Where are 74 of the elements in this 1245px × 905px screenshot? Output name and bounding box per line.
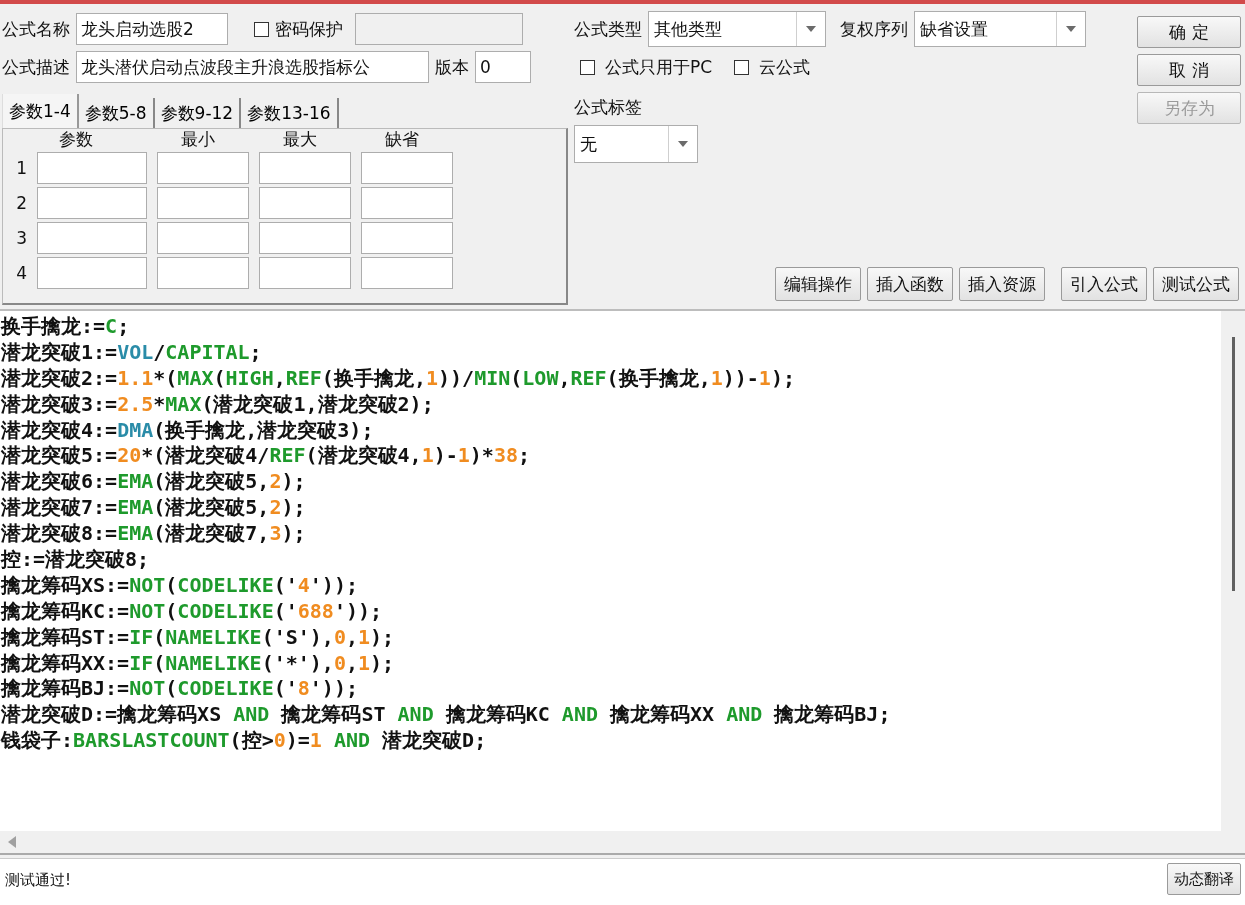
code-line: 擒龙筹码KC:=NOT(CODELIKE('688')); — [1, 597, 384, 624]
param-field[interactable] — [37, 152, 147, 184]
field-label: 公式标签 — [574, 96, 643, 119]
toolbar-button[interactable]: 编辑操作 — [775, 267, 861, 301]
row-number: 4 — [15, 262, 27, 285]
code-line: 潜龙突破8:=EMA(潜龙突破7,3); — [1, 520, 307, 546]
param-field[interactable] — [37, 257, 147, 289]
code-line: 擒龙筹码BJ:=NOT(CODELIKE('8')); — [1, 675, 359, 702]
code-line: 换手擒龙:=C; — [1, 313, 131, 339]
translate-button[interactable]: 动态翻译 — [1167, 863, 1241, 895]
param-field[interactable] — [157, 187, 249, 219]
code-line: 擒龙筹码XS:=NOT(CODELIKE('4')); — [1, 571, 359, 598]
dialog-button[interactable]: 确 定 — [1137, 16, 1241, 48]
code-line: 擒龙筹码XX:=IF(NAMELIKE('*'),0,1); — [1, 649, 396, 676]
param-field[interactable] — [37, 187, 147, 219]
param-field[interactable] — [157, 152, 249, 184]
code-line: 潜龙突破D:=擒龙筹码XS AND 擒龙筹码ST AND 擒龙筹码KC AND 擒龙筹码XX AND 擒龙筹码BJ; — [1, 701, 892, 728]
scroll-left-icon[interactable] — [8, 836, 16, 848]
row-number: 3 — [15, 227, 27, 250]
code-line: 潜龙突破7:=EMA(潜龙突破5,2); — [1, 494, 307, 521]
checkbox-label: 密码保护 — [275, 17, 343, 41]
tag-dropdown[interactable]: 无 — [574, 125, 698, 163]
field-label: 版本 — [435, 55, 469, 79]
row-number: 1 — [15, 157, 27, 180]
field-label: 公式名称 — [2, 17, 70, 41]
column-header: 缺省 — [384, 129, 420, 149]
param-field[interactable] — [259, 152, 351, 184]
field-label: 复权序列 — [840, 17, 908, 41]
column-header: 参数 — [58, 129, 94, 149]
code-line: 钱袋子:BARSLASTCOUNT(控>0)=1 AND 潜龙突破D; — [1, 727, 488, 754]
checkbox[interactable] — [734, 59, 750, 75]
toolbar-button[interactable]: 测试公式 — [1153, 267, 1239, 301]
column-header: 最小 — [180, 129, 216, 149]
toolbar-button[interactable]: 插入资源 — [959, 267, 1045, 301]
code-line: 潜龙突破5:=20*(潜龙突破4/REF(潜龙突破4,1)-1)*38; — [1, 442, 532, 469]
code-line: 控:=潜龙突破8; — [1, 546, 151, 572]
dropdown-arrow-icon — [678, 141, 688, 147]
code-line: 潜龙突破3:=2.5*MAX(潜龙突破1,潜龙突破2); — [1, 390, 435, 417]
dialog-button[interactable]: 取 消 — [1137, 54, 1241, 86]
param-tab[interactable]: 参数1-4 — [2, 94, 79, 128]
code-line: 潜龙突破6:=EMA(潜龙突破5,2); — [1, 468, 307, 495]
toolbar-button[interactable]: 插入函数 — [867, 267, 953, 301]
checkbox-label: 公式只用于PC — [605, 55, 713, 79]
param-field[interactable] — [157, 222, 249, 254]
type-dropdown[interactable]: 其他类型 — [648, 11, 826, 47]
vertical-scrollbar[interactable] — [1221, 311, 1245, 831]
adjust-dropdown[interactable]: 缺省设置 — [914, 11, 1086, 47]
checkbox[interactable] — [254, 21, 269, 37]
status-message: 测试通过! — [4, 870, 71, 890]
dropdown-arrow-icon — [1066, 26, 1076, 32]
param-field[interactable] — [259, 257, 351, 289]
version-field[interactable]: 0 — [475, 51, 531, 83]
param-field[interactable] — [361, 257, 453, 289]
code-line: 潜龙突破4:=DMA(换手擒龙,潜龙突破3); — [1, 416, 375, 443]
param-field[interactable] — [361, 187, 453, 219]
code-line: 潜龙突破1:=VOL/CAPITAL; — [1, 338, 263, 365]
description-field[interactable]: 龙头潜伏启动点波段主升浪选股指标公 — [76, 51, 429, 83]
param-field[interactable] — [157, 257, 249, 289]
toolbar-button[interactable]: 引入公式 — [1061, 267, 1147, 301]
param-field[interactable] — [259, 187, 351, 219]
field-label: 公式类型 — [574, 17, 642, 41]
name-field[interactable]: 龙头启动选股2 — [76, 13, 228, 45]
column-header: 最大 — [282, 129, 318, 149]
param-field[interactable] — [361, 222, 453, 254]
param-field[interactable] — [361, 152, 453, 184]
dropdown-arrow-icon — [806, 26, 816, 32]
code-line: 擒龙筹码ST:=IF(NAMELIKE('S'),0,1); — [1, 623, 396, 650]
checkbox-label: 云公式 — [759, 55, 811, 79]
code-line: 潜龙突破2:=1.1*(MAX(HIGH,REF(换手擒龙,1))/MIN(LOW,REF(换手擒龙,1))-1); — [1, 364, 796, 391]
param-field[interactable] — [259, 222, 351, 254]
param-field[interactable] — [37, 222, 147, 254]
row-number: 2 — [15, 192, 27, 215]
field-label: 公式描述 — [2, 55, 70, 79]
checkbox[interactable] — [580, 59, 595, 75]
